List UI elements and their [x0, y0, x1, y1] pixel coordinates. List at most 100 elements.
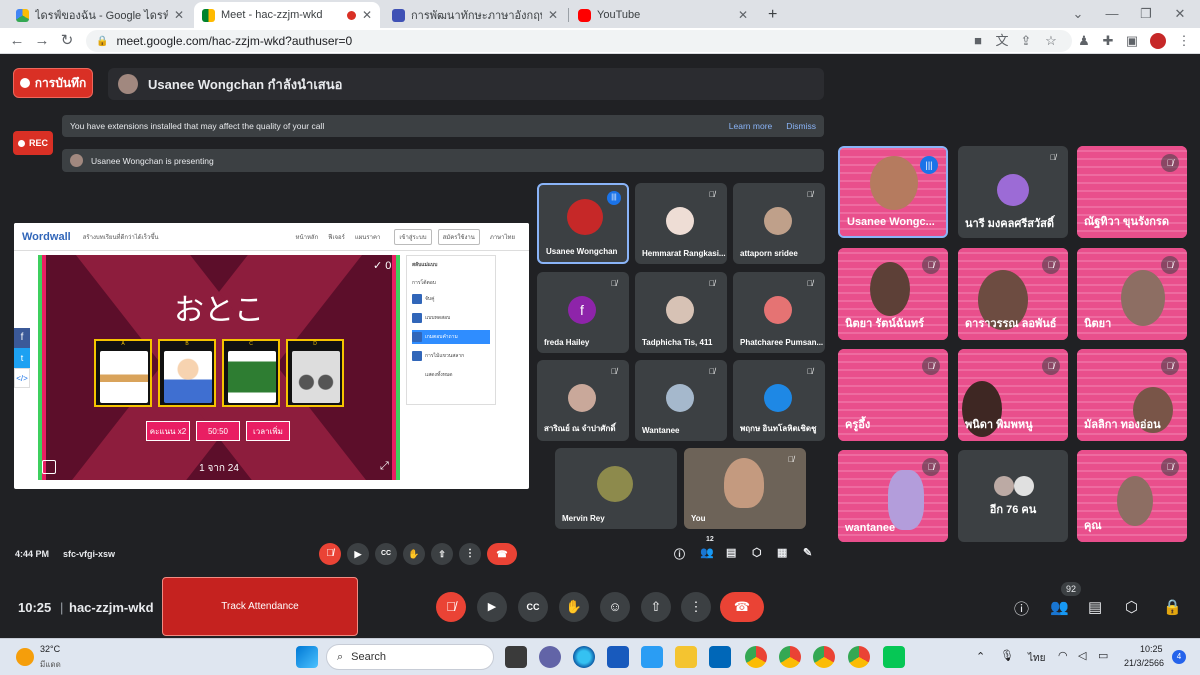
app-l-icon[interactable]: [641, 646, 663, 668]
inner-raise-hand-button[interactable]: ✋: [403, 543, 425, 565]
chat-icon[interactable]: ▤: [1088, 598, 1102, 616]
participant-tile[interactable]: 🎙̸ Wantanee: [635, 360, 727, 441]
tab-youtube[interactable]: YouTube ✕: [570, 2, 756, 28]
participant-tile[interactable]: ||| Usanee Wongc...: [838, 146, 948, 238]
login-button[interactable]: เข้าสู่ระบบ: [394, 228, 432, 245]
minimize-icon[interactable]: —: [1104, 6, 1120, 22]
window-close-icon[interactable]: ✕: [1172, 6, 1188, 22]
forward-icon[interactable]: →: [33, 32, 51, 50]
chevron-up-icon[interactable]: ⌃: [976, 650, 985, 663]
translate-icon[interactable]: 文: [994, 33, 1010, 49]
more-options-button[interactable]: ⋮: [681, 592, 711, 622]
inner-camera-button[interactable]: ▶: [347, 543, 369, 565]
close-icon[interactable]: ✕: [548, 8, 558, 22]
present-button[interactable]: ⇧: [641, 592, 671, 622]
participant-tile[interactable]: ||| Usanee Wongchan: [537, 183, 629, 264]
more-participants-tile[interactable]: อีก 76 คน: [958, 450, 1068, 542]
participant-tile[interactable]: 🎙̸ นารี มงคลศรีสวัสดิ์: [958, 146, 1068, 238]
double-points-button[interactable]: คะแนน x2: [146, 421, 190, 441]
volume-icon[interactable]: ◁: [1078, 649, 1086, 662]
participant-tile[interactable]: 🎙̸ ณัฐทิวา ขุนรังกรด: [1077, 146, 1187, 238]
participant-tile[interactable]: 🎙̸ พฤกษ อินทโลหิตเชิดชู: [733, 360, 825, 441]
chrome-profile-icon[interactable]: [813, 646, 835, 668]
close-icon[interactable]: ✕: [362, 8, 372, 22]
menu-kebab-icon[interactable]: ⋮: [1176, 33, 1192, 49]
recording-button[interactable]: การบันทึก: [13, 68, 93, 98]
close-icon[interactable]: ✕: [174, 8, 184, 22]
participant-tile[interactable]: 🎙̸ นิตยา รัตน์ฉันทร์: [838, 248, 948, 340]
participant-tile[interactable]: Mervin Rey: [555, 448, 677, 529]
tab-google-forms[interactable]: การพัฒนาทักษะภาษาอังกฤษ English ✕: [384, 2, 566, 28]
chrome-profile-icon[interactable]: [779, 646, 801, 668]
participant-tile[interactable]: 🎙̸ Tadphicha Tis, 411: [635, 272, 727, 353]
chrome-profile-icon[interactable]: [848, 646, 870, 668]
info-icon[interactable]: ⓘ: [674, 546, 685, 562]
extra-time-button[interactable]: เวลาเพิ่ม: [246, 421, 290, 441]
participant-tile[interactable]: 🎙̸ มัลลิกา ทองอ่อน: [1077, 349, 1187, 441]
mail-icon[interactable]: [709, 646, 731, 668]
track-attendance-button[interactable]: Track Attendance: [162, 577, 358, 636]
start-icon[interactable]: [296, 646, 318, 668]
leave-call-button[interactable]: ☎: [720, 592, 764, 622]
participant-tile[interactable]: 🎙̸ สาริณย์ ณ จำปาศักดิ์: [537, 360, 629, 441]
teams-chat-icon[interactable]: [539, 646, 561, 668]
mic-off-button[interactable]: 🎙̸: [436, 592, 466, 622]
microphone-icon[interactable]: 🎙: [1000, 649, 1014, 662]
reactions-button[interactable]: ☺: [600, 592, 630, 622]
reload-icon[interactable]: ↻: [58, 32, 76, 50]
people-icon[interactable]: 👥: [700, 546, 714, 559]
participant-tile[interactable]: 🎙̸ ครูอึ้ง: [838, 349, 948, 441]
word-icon[interactable]: [607, 646, 629, 668]
file-explorer-icon[interactable]: [675, 646, 697, 668]
inner-mic-off-button[interactable]: 🎙̸: [319, 543, 341, 565]
tab-google-meet[interactable]: Meet - hac-zzjm-wkd ✕: [194, 2, 380, 28]
answer-card-c[interactable]: C: [222, 339, 280, 407]
chat-icon[interactable]: ▤: [726, 546, 736, 559]
fifty-fifty-button[interactable]: 50:50: [196, 421, 240, 441]
self-view-tile[interactable]: 🎙̸ You: [684, 448, 806, 529]
back-icon[interactable]: ←: [8, 32, 26, 50]
battery-icon[interactable]: ▭: [1098, 649, 1108, 662]
participant-tile[interactable]: 🎙̸ นิตยา: [1077, 248, 1187, 340]
dismiss-link[interactable]: Dismiss: [786, 121, 816, 131]
activities-icon[interactable]: ⬡: [1125, 598, 1138, 616]
extensions-puzzle-icon[interactable]: ✚: [1100, 33, 1116, 49]
tab-google-drive[interactable]: ไดรฟ์ของฉัน - Google ไดรฟ์ ✕: [8, 2, 192, 28]
address-bar[interactable]: 🔒 meet.google.com/hac-zzjm-wkd?authuser=…: [86, 30, 1072, 52]
wifi-icon[interactable]: ◠: [1058, 649, 1068, 662]
show-all-link[interactable]: แสดงทั้งหมด: [412, 368, 490, 382]
grid-icon[interactable]: ▦: [777, 546, 787, 559]
taskbar-search[interactable]: ⌕ Search: [326, 644, 494, 670]
participant-tile[interactable]: 🎙̸ คุณ: [1077, 450, 1187, 542]
participant-tile[interactable]: 🎙̸ Hemmarat Rangkasi...: [635, 183, 727, 264]
inner-more-button[interactable]: ⋮: [459, 543, 481, 565]
nav-home[interactable]: หน้าหลัก: [296, 232, 319, 242]
line-icon[interactable]: [883, 646, 905, 668]
camera-button[interactable]: ▶: [477, 592, 507, 622]
answer-card-b[interactable]: B: [158, 339, 216, 407]
template-item[interactable]: แบบทดสอบ: [412, 311, 490, 325]
bookmark-star-icon[interactable]: ☆: [1043, 33, 1059, 49]
chrome-icon[interactable]: [745, 646, 767, 668]
close-icon[interactable]: ✕: [738, 8, 748, 22]
template-item[interactable]: จับคู่: [412, 292, 490, 306]
task-view-icon[interactable]: [505, 646, 527, 668]
inner-present-button[interactable]: ⇧: [431, 543, 453, 565]
chevron-down-icon[interactable]: ⌄: [1070, 6, 1086, 22]
host-controls-icon[interactable]: ✎: [803, 546, 812, 559]
answer-card-a[interactable]: A: [94, 339, 152, 407]
captions-button[interactable]: CC: [518, 592, 548, 622]
weather-icon[interactable]: [16, 648, 34, 666]
edge-icon[interactable]: [573, 646, 595, 668]
participant-tile[interactable]: 🎙̸ wantanee: [838, 450, 948, 542]
participant-tile[interactable]: 🎙̸ พนิดา พิมพหนู: [958, 349, 1068, 441]
embed-icon[interactable]: </>: [14, 368, 30, 388]
facebook-icon[interactable]: f: [14, 328, 30, 348]
participant-tile[interactable]: 🎙̸ attaporn sridee: [733, 183, 825, 264]
extension-avatar-icon[interactable]: ♟: [1076, 33, 1092, 49]
activities-icon[interactable]: ⬡: [752, 546, 762, 559]
restore-icon[interactable]: ❐: [1138, 6, 1154, 22]
nav-features[interactable]: ฟีเจอร์: [328, 232, 345, 242]
language-select[interactable]: ภาษาไทย: [490, 232, 515, 242]
notification-badge[interactable]: 4: [1172, 650, 1186, 664]
